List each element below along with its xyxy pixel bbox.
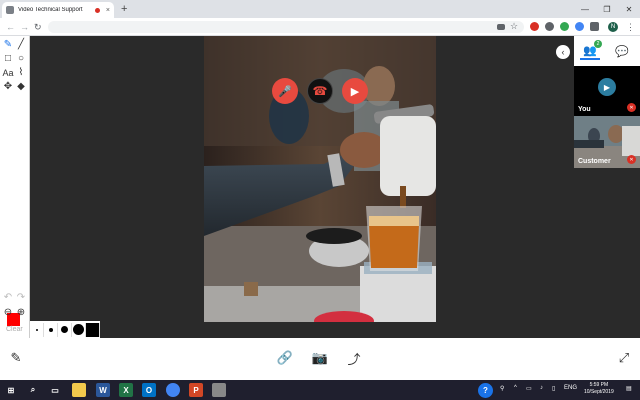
freeform-icon[interactable]: ⌇ (15, 67, 27, 79)
camera-off-icon: ▶ (598, 78, 616, 96)
hang-up-button[interactable]: ☎ (307, 78, 333, 104)
notifications-icon[interactable]: ▤ (626, 385, 632, 392)
help-icon[interactable]: ? (478, 383, 493, 398)
profile-avatar[interactable]: N (608, 22, 618, 32)
phone-hangup-icon: ☎ (312, 84, 328, 98)
participant-tile-customer[interactable]: Customer ✕ (574, 116, 640, 168)
mic-off-icon: ✕ (627, 155, 636, 164)
brush-size-selector (30, 321, 100, 338)
rectangle-icon[interactable]: □ (2, 53, 14, 65)
participant-name: Customer (578, 158, 611, 165)
zoom-in-icon[interactable]: ⊕ (15, 307, 27, 319)
address-bar[interactable] (48, 21, 524, 33)
word-icon[interactable]: W (96, 383, 110, 397)
extension-icon[interactable] (545, 22, 554, 31)
line-icon[interactable]: ╱ (15, 39, 27, 51)
task-view-icon[interactable]: ▭ (48, 383, 62, 397)
browser-tab-strip: Video Technical Support × + — ❐ ✕ (0, 0, 640, 18)
bottom-action-bar: ✎ 🔗 📷 ⤴ ⤢ (0, 338, 640, 380)
extension-icon[interactable] (575, 22, 584, 31)
volume-icon[interactable]: ♪ (540, 385, 543, 391)
clear-button[interactable]: Clear (6, 326, 23, 333)
app-icon[interactable] (212, 383, 226, 397)
brush-size-option[interactable] (58, 322, 72, 337)
move-icon[interactable]: ✥ (2, 81, 14, 93)
network-icon[interactable]: ▭ (526, 385, 532, 392)
mute-mic-button[interactable]: 🎤 (272, 78, 298, 104)
tab-title: Video Technical Support (18, 7, 83, 13)
participant-count-badge: 2 (594, 40, 602, 48)
tray-chevron-icon[interactable]: ^ (514, 385, 517, 391)
brush-size-option[interactable] (86, 322, 100, 337)
minimize-button[interactable]: — (576, 0, 594, 18)
bookmark-star-icon[interactable]: ☆ (510, 22, 519, 31)
text-icon[interactable]: Aa (2, 67, 14, 79)
system-clock[interactable]: 5:59 PM 10/Sept/2019 (584, 382, 614, 396)
brush-size-option[interactable] (30, 322, 44, 337)
reload-icon[interactable]: ↻ (34, 20, 42, 34)
collapse-panel-button[interactable]: ‹ (556, 45, 570, 59)
copy-link-icon[interactable]: 🔗 (277, 350, 293, 366)
maximize-button[interactable]: ❐ (598, 0, 616, 18)
search-icon[interactable]: ⌕ (26, 383, 40, 397)
extension-icon[interactable] (590, 22, 599, 31)
back-arrow-icon[interactable]: ← (6, 20, 15, 34)
participants-panel-tabs: 👥 💬 (574, 36, 640, 66)
participant-tile-you[interactable]: ▶ You ✕ (574, 66, 640, 116)
snapshot-camera-icon[interactable]: 📷 (312, 350, 328, 366)
share-icon[interactable]: ⤴ (346, 350, 362, 367)
fullscreen-icon[interactable]: ⤢ (616, 350, 632, 366)
annotate-pen-icon[interactable]: ✎ (8, 350, 24, 366)
circle-icon[interactable]: ○ (15, 53, 27, 65)
tab-close-button[interactable]: × (106, 7, 110, 14)
zoom-out-icon[interactable]: ⊖ (2, 307, 14, 319)
brush-size-option[interactable] (44, 322, 58, 337)
extension-icon[interactable] (560, 22, 569, 31)
participant-name: You (578, 106, 591, 113)
clock-date: 10/Sept/2019 (584, 389, 614, 395)
stop-video-button[interactable]: ▶ (342, 78, 368, 104)
forward-arrow-icon[interactable]: → (20, 20, 29, 34)
drawing-toolbar: ✎ ╱ □ ○ Aa ⌇ ✥ ◆ ↶ ↷ ⊖ ⊕ Clear (0, 36, 30, 338)
person-icon[interactable]: ⚲ (500, 385, 504, 392)
chrome-icon[interactable] (166, 383, 180, 397)
eraser-icon[interactable]: ◆ (15, 81, 27, 93)
outlook-icon[interactable]: O (142, 383, 156, 397)
windows-taskbar: ⊞ ⌕ ▭ W X O P ? ⚲ ^ ▭ ♪ ▯ ENG 5:59 PM 10… (0, 380, 640, 400)
extension-icon[interactable] (530, 22, 539, 31)
undo-icon[interactable]: ↶ (2, 292, 14, 304)
camera-indicator-icon[interactable] (497, 24, 505, 30)
browser-menu-icon[interactable]: ⋮ (626, 20, 635, 34)
remote-video-feed: 🎤 ☎ ▶ (204, 36, 436, 322)
screen: Video Technical Support × + — ❐ ✕ ← → ↻ … (0, 0, 640, 400)
powerpoint-icon[interactable]: P (189, 383, 203, 397)
clock-time: 5:59 PM (589, 382, 609, 388)
excel-icon[interactable]: X (119, 383, 133, 397)
mic-off-icon: ✕ (627, 103, 636, 112)
pen-icon[interactable]: ✎ (2, 39, 14, 51)
new-tab-button[interactable]: + (121, 2, 127, 16)
recording-indicator-icon (94, 7, 100, 13)
redo-icon[interactable]: ↷ (15, 292, 27, 304)
close-window-button[interactable]: ✕ (620, 0, 638, 18)
browser-toolbar: ← → ↻ ☆ N ⋮ (0, 18, 640, 36)
tab-favicon-icon (6, 6, 14, 14)
windows-start-icon[interactable]: ⊞ (4, 383, 18, 397)
file-explorer-icon[interactable] (72, 383, 86, 397)
language-indicator[interactable]: ENG (564, 385, 577, 391)
brush-size-option[interactable] (72, 322, 86, 337)
chat-tab-icon[interactable]: 💬 (612, 42, 632, 60)
battery-icon[interactable]: ▯ (552, 385, 555, 392)
browser-tab[interactable]: Video Technical Support × (2, 2, 114, 18)
